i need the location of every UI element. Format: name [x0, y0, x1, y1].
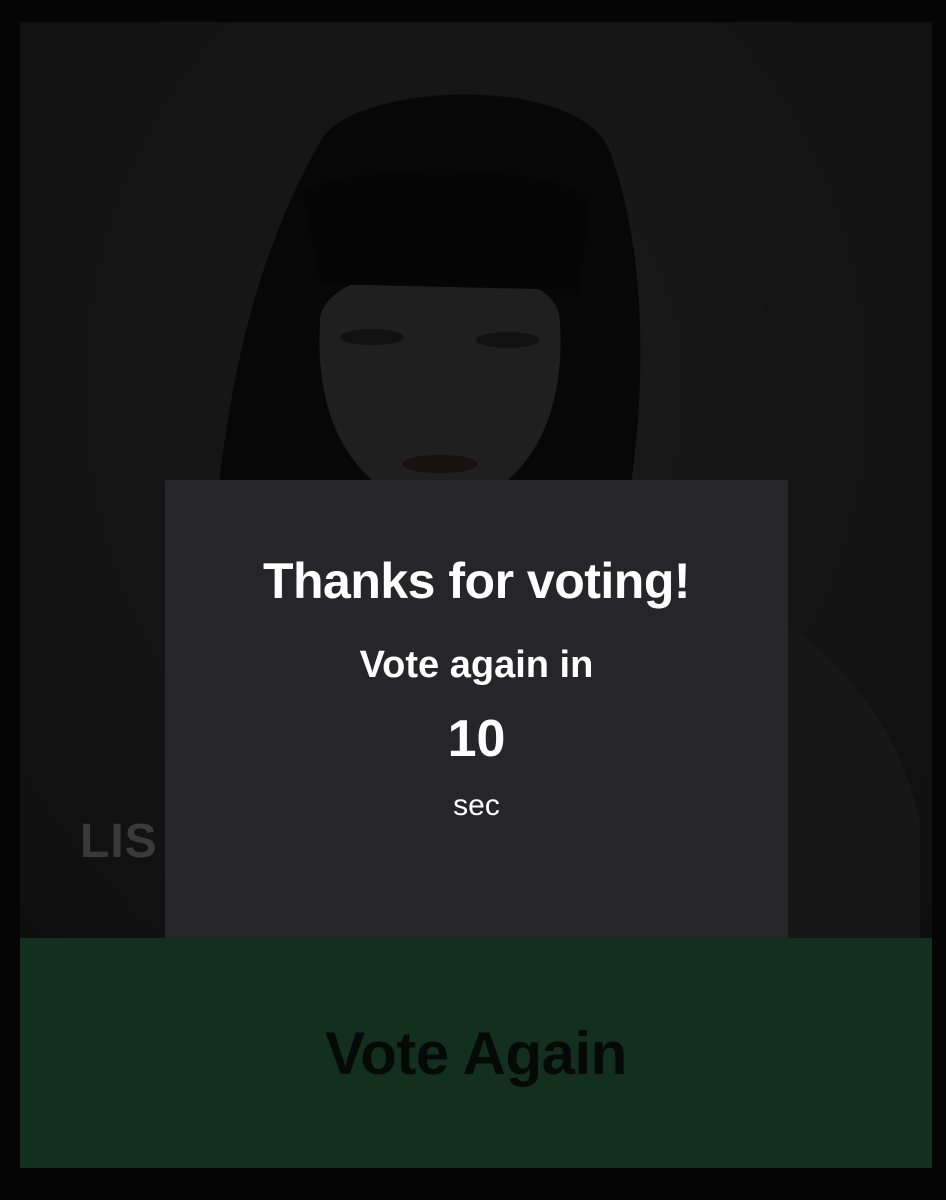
artist-name: LIS	[80, 815, 158, 868]
countdown-value: 10	[447, 710, 506, 768]
thanks-modal: Thanks for voting! Vote again in 10 sec	[165, 480, 788, 938]
modal-title: Thanks for voting!	[262, 553, 691, 609]
countdown-unit: sec	[453, 789, 500, 822]
screen-frame: LIS Vote Again Thanks for voting! Vote a…	[0, 0, 946, 1200]
vote-again-button[interactable]: Vote Again	[20, 938, 932, 1168]
modal-subtitle: Vote again in	[359, 644, 594, 686]
vote-again-label: Vote Again	[325, 1019, 627, 1087]
